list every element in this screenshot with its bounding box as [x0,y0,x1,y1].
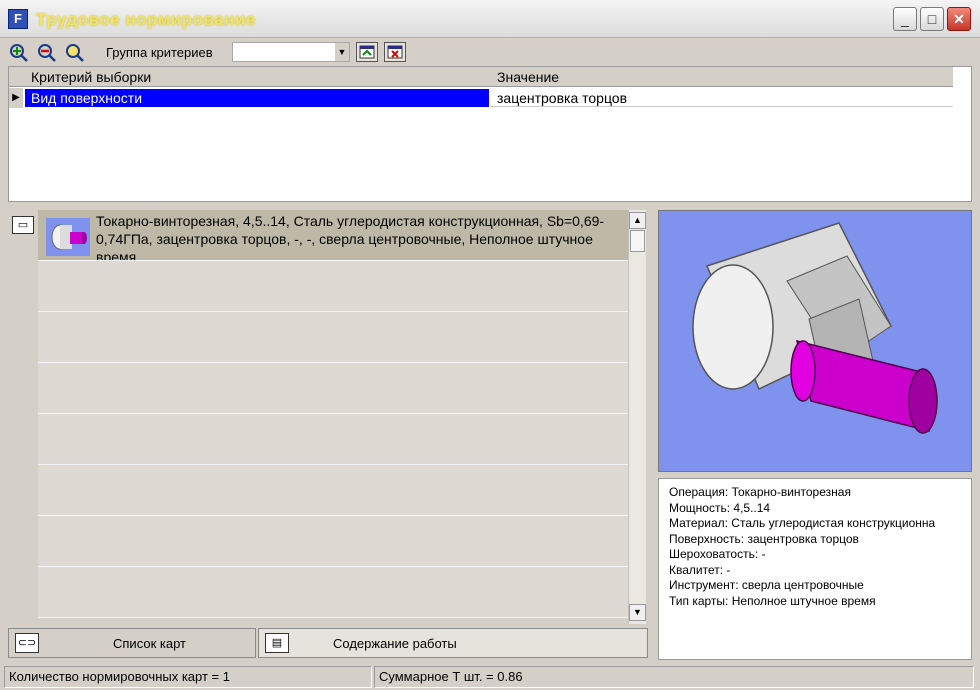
list-item[interactable] [38,312,628,363]
tab-work-content-label: Содержание работы [333,636,457,651]
tab-work-content[interactable]: ▤ Содержание работы [258,628,648,658]
title-bar: F Трудовое нормирование _ □ ✕ [0,0,980,38]
remove-criterion-icon[interactable] [36,42,58,62]
chevron-down-icon[interactable]: ▼ [335,43,349,61]
open-group-button[interactable] [356,42,378,62]
list-item[interactable] [38,261,628,312]
column-value[interactable]: Значение [497,69,559,85]
card-details: Операция: Токарно-винторезная Мощность: … [658,478,972,660]
list-item[interactable] [38,363,628,414]
detail-surface: Поверхность: зацентровка торцов [669,531,859,546]
status-card-count: Количество нормировочных карт = 1 [4,666,372,688]
list-item[interactable] [38,567,628,618]
window-title: Трудовое нормирование [36,10,256,29]
detail-grade: Квалитет: - [669,562,731,577]
card-list-tab-icon: ⊂⊃ [15,633,39,653]
detail-tool: Инструмент: сверла центровочные [669,578,864,592]
detail-power: Мощность: 4,5..14 [669,500,771,515]
column-criterion[interactable]: Критерий выборки [31,69,151,85]
card-list-scrollbar[interactable]: ▲ ▼ [628,210,646,624]
close-button[interactable]: ✕ [947,7,971,31]
scroll-up-icon[interactable]: ▲ [629,212,646,229]
criterion-cell[interactable]: Вид поверхности [25,89,489,107]
detail-card-type: Тип карты: Неполное штучное время [669,593,876,608]
search-criteria-icon[interactable] [64,42,86,62]
part-3d-model [659,211,971,471]
toolbar: Группа критериев ▼ [0,38,980,66]
detail-roughness: Шероховатость: - [669,547,766,561]
criteria-group-label: Группа критериев [106,45,213,60]
add-criterion-icon[interactable] [8,42,30,62]
status-total-time: Суммарное Т шт. = 0.86 [374,666,974,688]
criteria-group-select[interactable]: ▼ [232,42,350,62]
card-list-panel: ▭ Токарно-винторезная, 4,5..14, Сталь уг… [8,210,648,624]
minimize-button[interactable]: _ [893,7,917,31]
app-icon: F [8,9,28,29]
scroll-down-icon[interactable]: ▼ [629,604,646,621]
list-item[interactable] [38,516,628,567]
card-list-icon[interactable]: ▭ [12,216,34,234]
window-tab-icon: ▤ [265,633,289,653]
detail-material: Материал: Сталь углеродистая конструкцио… [669,516,936,530]
criteria-row[interactable]: ▶ Вид поверхности зацентровка торцов [9,88,953,108]
maximize-button[interactable]: □ [920,7,944,31]
list-item[interactable] [38,414,628,465]
tab-card-list[interactable]: ⊂⊃ Список карт [8,628,256,658]
row-pointer-icon: ▶ [9,88,23,108]
tab-card-list-label: Список карт [113,636,186,651]
list-item[interactable]: Токарно-винторезная, 4,5..14, Сталь угле… [38,210,628,261]
card-description: Токарно-винторезная, 4,5..14, Сталь угле… [96,213,605,260]
part-preview [658,210,972,472]
list-item[interactable] [38,465,628,516]
criteria-grid-header: Критерий выборки Значение [9,67,953,87]
card-list: Токарно-винторезная, 4,5..14, Сталь угле… [38,210,628,624]
value-cell[interactable]: зацентровка торцов [491,89,953,107]
delete-group-button[interactable] [384,42,406,62]
part-thumbnail-icon [46,218,90,256]
scroll-thumb[interactable] [630,230,645,252]
detail-operation: Операция: Токарно-винторезная [669,485,851,499]
criteria-grid: Критерий выборки Значение ▶ Вид поверхно… [8,66,972,202]
status-bar: Количество нормировочных карт = 1 Суммар… [0,664,980,690]
